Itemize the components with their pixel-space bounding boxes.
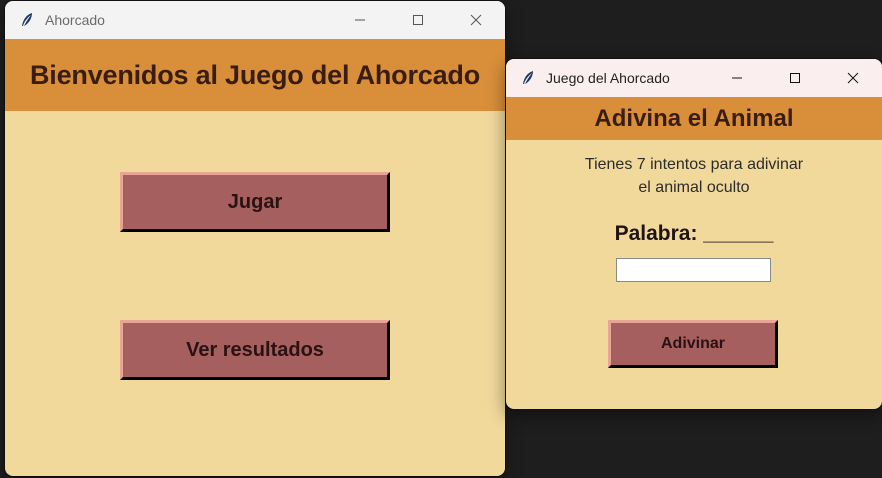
guess-input[interactable] bbox=[616, 258, 771, 282]
close-button[interactable] bbox=[447, 1, 505, 39]
game-titlebar[interactable]: Juego del Ahorcado bbox=[506, 59, 882, 97]
instructions-text: Tienes 7 intentos para adivinar el anima… bbox=[506, 153, 882, 199]
window-title: Juego del Ahorcado bbox=[546, 70, 670, 86]
main-titlebar[interactable]: Ahorcado bbox=[5, 1, 505, 39]
instructions-line: el animal oculto bbox=[638, 179, 750, 196]
game-window: Juego del Ahorcado Adivina el Animal Tie… bbox=[506, 59, 882, 409]
maximize-icon bbox=[790, 73, 800, 83]
main-window: Ahorcado Bienvenidos al Juego del Ahorca… bbox=[5, 1, 505, 476]
word-display: Palabra: ______ bbox=[614, 222, 774, 245]
close-button[interactable] bbox=[824, 59, 882, 97]
window-title: Ahorcado bbox=[45, 12, 105, 28]
minimize-button[interactable] bbox=[708, 59, 766, 97]
minimize-icon bbox=[355, 19, 365, 21]
minimize-icon bbox=[732, 77, 742, 79]
view-results-button[interactable]: Ver resultados bbox=[120, 320, 390, 380]
close-icon bbox=[847, 72, 859, 84]
welcome-header: Bienvenidos al Juego del Ahorcado bbox=[5, 39, 505, 111]
maximize-icon bbox=[413, 15, 423, 25]
game-header: Adivina el Animal bbox=[506, 97, 882, 140]
feather-icon bbox=[22, 13, 32, 26]
close-icon bbox=[470, 14, 482, 26]
feather-icon bbox=[523, 71, 533, 84]
instructions-line: Tienes 7 intentos para adivinar bbox=[584, 156, 804, 173]
maximize-button[interactable] bbox=[389, 1, 447, 39]
play-button[interactable]: Jugar bbox=[120, 172, 390, 232]
maximize-button[interactable] bbox=[766, 59, 824, 97]
guess-button[interactable]: Adivinar bbox=[608, 320, 778, 368]
minimize-button[interactable] bbox=[331, 1, 389, 39]
